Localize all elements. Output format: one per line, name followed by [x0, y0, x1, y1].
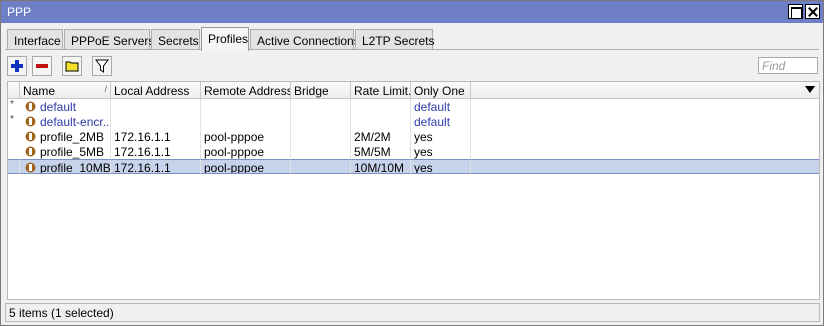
header-name[interactable]: Name /: [20, 82, 111, 99]
plus-icon: [11, 60, 23, 72]
cell-bridge: [291, 114, 351, 129]
filter-icon: [95, 59, 109, 73]
close-icon[interactable]: [805, 4, 820, 19]
table-row-selected[interactable]: profile_10MB 172.16.1.1 pool-pppoe 10M/1…: [8, 159, 819, 174]
cell-only-one: default: [411, 99, 471, 114]
cell-rate-limit: 5M/5M: [351, 144, 411, 159]
header-bridge[interactable]: Bridge: [291, 82, 351, 99]
cell-remote-address: pool-pppoe: [201, 144, 291, 159]
cell-remote-address: [201, 114, 291, 129]
table-row[interactable]: * default default: [8, 99, 819, 114]
tab-profiles[interactable]: Profiles: [201, 27, 249, 51]
cell-name: default: [20, 99, 111, 114]
filter-button[interactable]: [92, 56, 112, 76]
profiles-table: Name / Local Address Remote Address Brid…: [7, 81, 820, 300]
default-flag: *: [10, 99, 14, 110]
cell-only-one: yes: [411, 144, 471, 159]
cell-bridge: [291, 144, 351, 159]
title-bar[interactable]: PPP: [1, 1, 823, 23]
tab-divider: [5, 49, 819, 50]
header-local-address[interactable]: Local Address: [111, 82, 201, 99]
profile-icon: [25, 101, 36, 112]
table-row[interactable]: * default-encr... default: [8, 114, 819, 129]
default-flag: *: [10, 114, 14, 125]
tab-l2tp-secrets[interactable]: L2TP Secrets: [355, 29, 434, 50]
cell-rate-limit: 2M/2M: [351, 129, 411, 144]
cell-name: profile_10MB: [20, 159, 111, 174]
profile-icon: [25, 131, 36, 142]
status-bar: 5 items (1 selected): [5, 303, 820, 322]
cell-remote-address: pool-pppoe: [201, 129, 291, 144]
minus-icon: [36, 64, 48, 68]
cell-name: profile_2MB: [20, 129, 111, 144]
add-button[interactable]: [7, 56, 27, 76]
maximize-icon[interactable]: [788, 4, 803, 19]
ppp-window: PPP Interface PPPoE Servers Secrets Prof…: [0, 0, 824, 326]
comment-icon: [65, 61, 79, 72]
profile-icon: [25, 146, 36, 157]
cell-bridge: [291, 129, 351, 144]
table-header: Name / Local Address Remote Address Brid…: [8, 82, 819, 99]
tab-interface[interactable]: Interface: [7, 29, 63, 50]
header-remote-address[interactable]: Remote Address: [201, 82, 291, 99]
cell-bridge: [291, 99, 351, 114]
cell-remote-address: [201, 99, 291, 114]
cell-name: profile_5MB: [20, 144, 111, 159]
find-input[interactable]: Find: [758, 57, 818, 74]
cell-only-one: default: [411, 114, 471, 129]
header-rate-limit[interactable]: Rate Limit...: [351, 82, 411, 99]
tab-pppoe-servers[interactable]: PPPoE Servers: [64, 29, 154, 50]
tab-secrets[interactable]: Secrets: [151, 29, 200, 50]
cell-name: default-encr...: [20, 114, 111, 129]
cell-local-address: [111, 99, 201, 114]
tab-active-connections[interactable]: Active Connections: [250, 29, 360, 50]
comment-button[interactable]: [62, 56, 82, 76]
table-row[interactable]: profile_5MB 172.16.1.1 pool-pppoe 5M/5M …: [8, 144, 819, 159]
sort-indicator: /: [104, 84, 107, 94]
cell-rate-limit: 10M/10M: [351, 159, 411, 174]
profile-icon: [25, 162, 36, 173]
cell-rate-limit: [351, 114, 411, 129]
cell-filler: [471, 159, 819, 174]
cell-only-one: yes: [411, 129, 471, 144]
cell-remote-address: pool-pppoe: [201, 159, 291, 174]
cell-rate-limit: [351, 99, 411, 114]
remove-button[interactable]: [32, 56, 52, 76]
table-row[interactable]: profile_2MB 172.16.1.1 pool-pppoe 2M/2M …: [8, 129, 819, 144]
header-flag-col[interactable]: [8, 82, 20, 99]
window-title: PPP: [7, 5, 32, 19]
cell-local-address: 172.16.1.1: [111, 159, 201, 174]
cell-bridge: [291, 159, 351, 174]
column-menu-icon[interactable]: [805, 86, 815, 93]
cell-local-address: [111, 114, 201, 129]
cell-only-one: yes: [411, 159, 471, 174]
cell-local-address: 172.16.1.1: [111, 129, 201, 144]
cell-local-address: 172.16.1.1: [111, 144, 201, 159]
cell-flag: [8, 159, 20, 174]
profile-icon: [25, 116, 36, 127]
header-only-one[interactable]: Only One: [411, 82, 471, 99]
header-name-label: Name: [23, 84, 56, 98]
